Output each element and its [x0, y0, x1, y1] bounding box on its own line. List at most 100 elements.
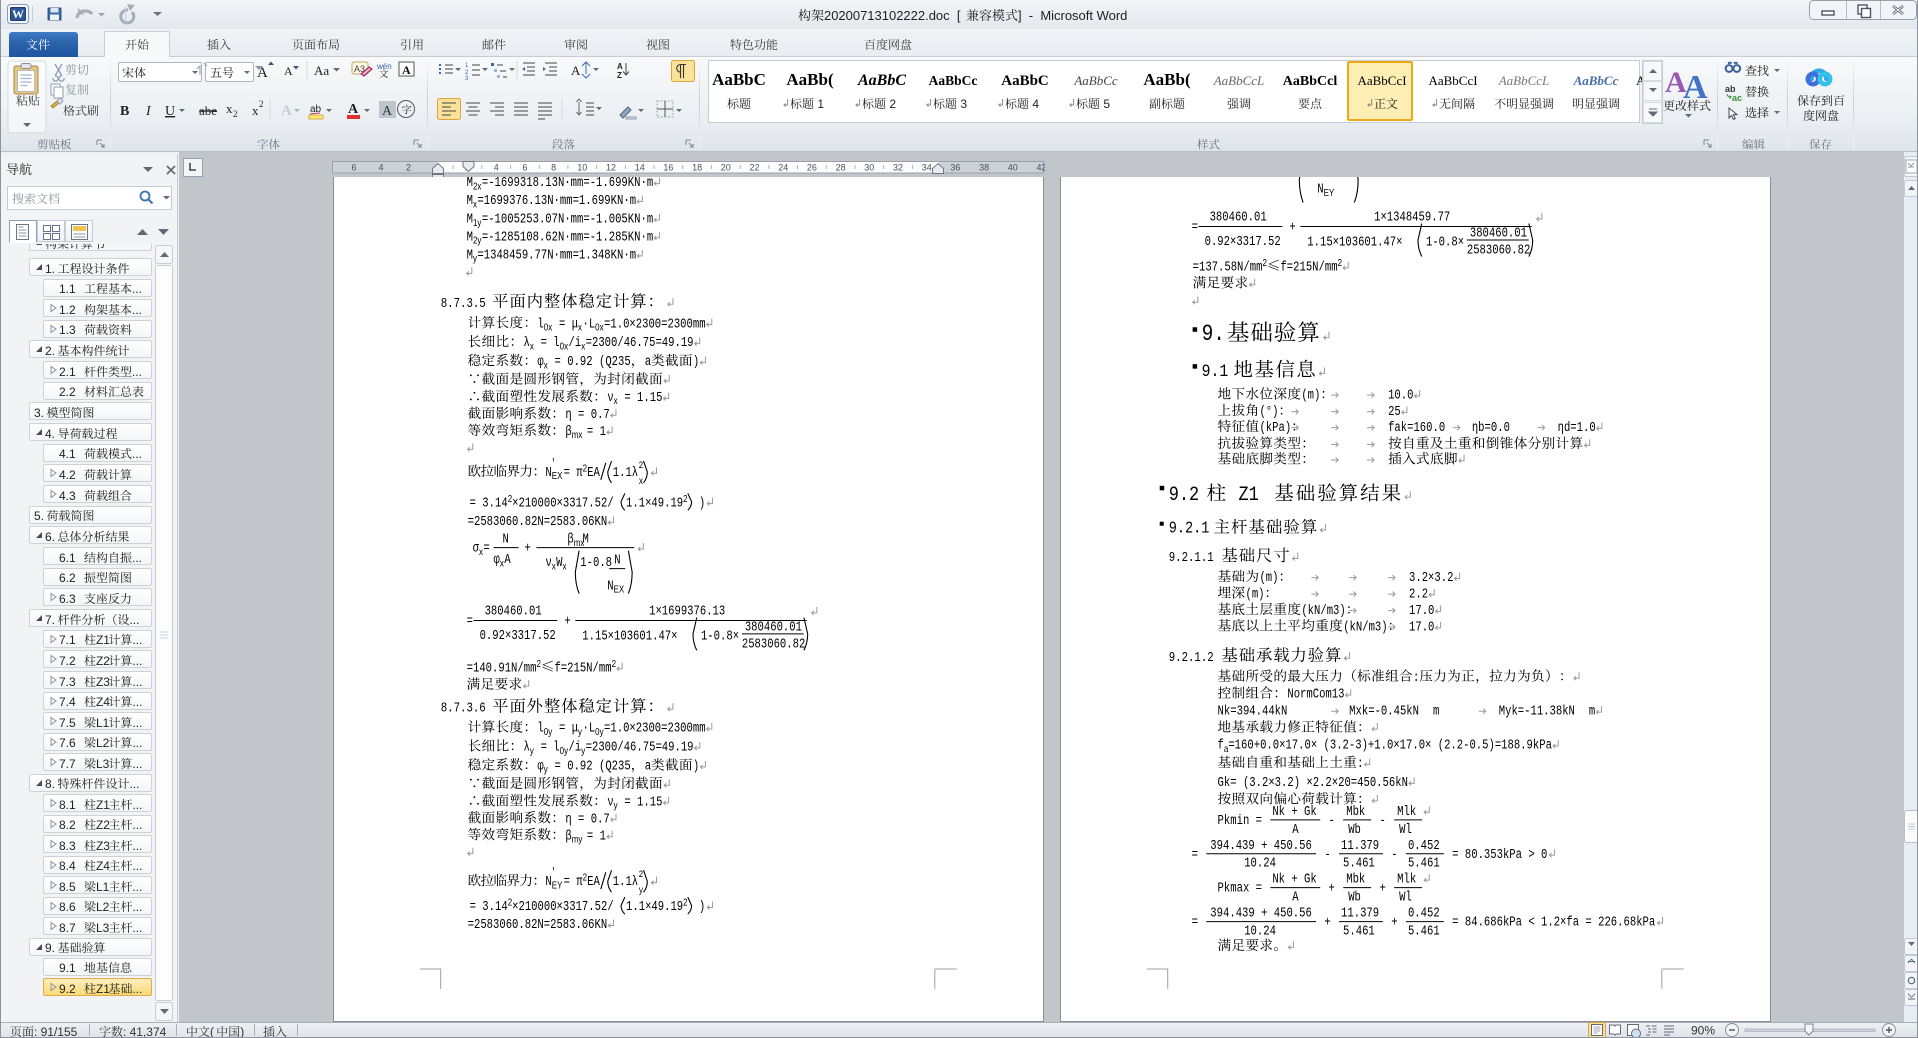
svg-text:10.24: 10.24 — [1244, 923, 1276, 939]
svg-text:380460.01: 380460.01 — [485, 603, 542, 619]
svg-text:β: β — [567, 532, 573, 548]
svg-text:2: 2 — [683, 897, 687, 908]
svg-text:2583060.82: 2583060.82 — [1467, 242, 1530, 258]
svg-text:M: M — [467, 177, 473, 191]
svg-text:λ: λ — [523, 335, 529, 351]
svg-text:x: x — [639, 476, 644, 487]
svg-text:): ) — [693, 758, 699, 774]
svg-text:1-0.8×: 1-0.8× — [1426, 234, 1464, 250]
svg-text:34: 34 — [922, 163, 932, 173]
svg-text:M: M — [467, 193, 473, 209]
svg-text:5.461: 5.461 — [1408, 923, 1440, 939]
svg-text:6.1: 6.1 — [59, 551, 79, 565]
svg-text:=137.58N/mm: =137.58N/mm — [1193, 259, 1263, 275]
svg-text:= 1.15: = 1.15 — [618, 390, 662, 406]
svg-text:+: + — [524, 540, 530, 556]
svg-text:14: 14 — [635, 163, 645, 173]
svg-text:l: l — [537, 316, 543, 332]
svg-text:ν: ν — [607, 794, 613, 810]
svg-text:...: ... — [132, 859, 142, 873]
svg-text:Wl: Wl — [1399, 822, 1412, 838]
svg-text:1.1: 1.1 — [59, 282, 79, 296]
svg-text:12: 12 — [606, 163, 616, 173]
svg-text:A: A — [617, 62, 623, 71]
svg-text:/i: /i — [569, 739, 582, 755]
svg-text:EY: EY — [1324, 187, 1335, 198]
svg-text:Pkmin =: Pkmin = — [1218, 813, 1269, 829]
svg-text:3: 3 — [957, 97, 967, 111]
svg-text:AaBb(: AaBb( — [1144, 70, 1192, 89]
svg-text:380460.01: 380460.01 — [1470, 225, 1527, 241]
svg-text:9.1: 9.1 — [59, 961, 79, 975]
svg-text:40: 40 — [1008, 163, 1018, 173]
svg-text:(kN/m3): (kN/m3) — [1301, 603, 1345, 619]
svg-text:+: + — [564, 613, 570, 629]
svg-text:Z: Z — [617, 71, 622, 80]
svg-text:...: ... — [132, 365, 142, 379]
svg-text:m: m — [1433, 704, 1439, 720]
svg-text:4.3: 4.3 — [59, 489, 79, 503]
svg-text:Mbk: Mbk — [1346, 804, 1365, 820]
svg-text:...: ... — [132, 447, 142, 461]
svg-text:Z2: Z2 — [96, 654, 110, 668]
svg-text:(kPa): (kPa) — [1259, 420, 1291, 436]
svg-text::: : — [1357, 756, 1363, 772]
svg-text:Z4: Z4 — [96, 859, 110, 873]
svg-text:=: = — [564, 465, 577, 481]
svg-text:abe: abe — [199, 103, 217, 118]
svg-text:2: 2 — [639, 869, 644, 880]
svg-text:2.: 2. — [45, 344, 55, 358]
svg-text:+: + — [1322, 881, 1341, 897]
svg-text:·L: ·L — [582, 316, 595, 332]
svg-text:...: ... — [132, 633, 142, 647]
svg-text:0y: 0y — [544, 726, 553, 737]
svg-text:6: 6 — [351, 163, 356, 173]
svg-text:Wb: Wb — [1348, 822, 1361, 838]
svg-text:=-1005253.07N·mm=-1.005KN·m: =-1005253.07N·mm=-1.005KN·m — [482, 211, 653, 227]
svg-text:2: 2 — [639, 460, 644, 471]
svg-text:= 3.14: = 3.14 — [470, 899, 508, 915]
svg-text:42: 42 — [1036, 163, 1045, 173]
svg-text:Z2: Z2 — [96, 818, 110, 832]
svg-text:36: 36 — [950, 163, 960, 173]
svg-text:=1.0×2300=2300mm: =1.0×2300=2300mm — [604, 720, 706, 736]
svg-text:...: ... — [132, 839, 142, 853]
svg-text:2.2: 2.2 — [59, 385, 79, 399]
svg-text:= 0.92 (Q235: = 0.92 (Q235 — [548, 758, 630, 774]
svg-text:0.452: 0.452 — [1408, 905, 1440, 921]
svg-text:AaBbC: AaBbC — [857, 72, 906, 89]
svg-text:7.7: 7.7 — [59, 757, 79, 771]
svg-text:1.: 1. — [45, 262, 55, 276]
svg-text:AaBb(: AaBb( — [787, 70, 835, 89]
svg-text:7.: 7. — [45, 613, 55, 627]
svg-text:Z1: Z1 — [1238, 484, 1258, 507]
svg-text::: : — [1413, 670, 1419, 686]
svg-text:B: B — [120, 104, 129, 119]
svg-text:380460.01: 380460.01 — [1210, 209, 1267, 225]
svg-text:Wb: Wb — [1348, 889, 1361, 905]
svg-text:AaBbCcI: AaBbCcI — [1357, 73, 1406, 88]
svg-text:/i: /i — [569, 335, 582, 351]
svg-text:1.15×103601.47×: 1.15×103601.47× — [1307, 234, 1402, 250]
svg-text:= 0.92 (Q235: = 0.92 (Q235 — [548, 354, 630, 370]
svg-text:(°): (°) — [1259, 404, 1278, 420]
svg-text:EX: EX — [614, 584, 625, 595]
svg-text:2: 2 — [886, 97, 896, 111]
svg-text:...: ... — [132, 736, 142, 750]
svg-text:AaBbCc: AaBbCc — [1572, 73, 1618, 88]
svg-text:AaBbCcI: AaBbCcI — [1428, 73, 1477, 88]
svg-text:3.: 3. — [34, 406, 44, 420]
svg-text:1.1: 1.1 — [613, 874, 632, 890]
svg-text:5: 5 — [1100, 97, 1110, 111]
svg-text:1: 1 — [814, 97, 824, 111]
svg-text:a: a — [645, 354, 651, 370]
svg-text:0.92×3317.52: 0.92×3317.52 — [1205, 234, 1281, 250]
svg-text:9.: 9. — [1202, 322, 1225, 348]
svg-text:Z3: Z3 — [96, 839, 110, 853]
svg-text:...: ... — [132, 921, 142, 935]
svg-text:=-1285108.62N·mm=-1.285KN·m: =-1285108.62N·mm=-1.285KN·m — [482, 229, 653, 245]
svg-text:8.7.3.5: 8.7.3.5 — [441, 296, 492, 312]
svg-text:1.2: 1.2 — [59, 303, 79, 317]
svg-text:2.2: 2.2 — [1409, 586, 1428, 602]
svg-text:L2: L2 — [96, 736, 110, 750]
